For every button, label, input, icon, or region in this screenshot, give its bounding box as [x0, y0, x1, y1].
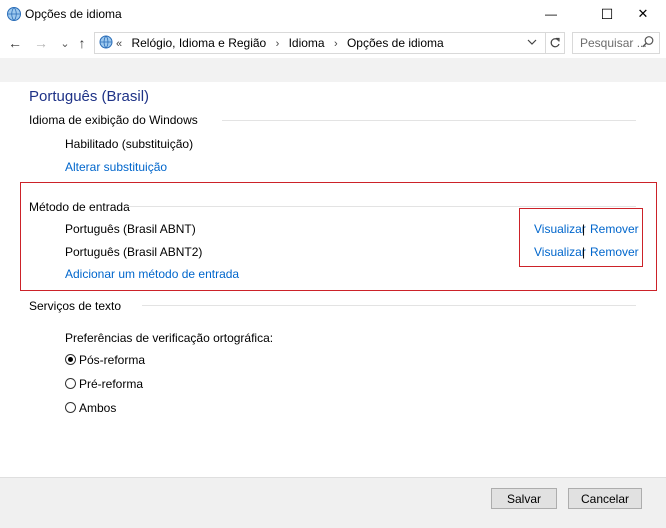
change-override-link[interactable]: Alterar substituição	[65, 160, 167, 174]
radio-post-reform[interactable]	[65, 354, 76, 365]
radio-label[interactable]: Pós-reforma	[79, 353, 145, 367]
view-input-method-link[interactable]: Visualizar	[534, 245, 586, 259]
header-band	[0, 58, 666, 82]
section-divider	[222, 120, 636, 121]
display-language-section-title: Idioma de exibição do Windows	[29, 113, 198, 127]
radio-both[interactable]	[65, 402, 76, 413]
search-icon[interactable]	[641, 35, 655, 49]
up-arrow-icon: ↑	[78, 35, 86, 51]
maximize-icon: ☐	[600, 5, 614, 22]
address-dropdown-icon[interactable]	[526, 36, 538, 48]
link-separator: |	[582, 222, 586, 236]
add-input-method-link[interactable]: Adicionar um método de entrada	[65, 267, 239, 281]
save-button[interactable]: Salvar	[491, 488, 557, 509]
chevron-right-icon[interactable]: ›	[276, 38, 280, 50]
minimize-button[interactable]: —	[528, 0, 574, 28]
view-input-method-link[interactable]: Visualizar	[534, 222, 586, 236]
back-button[interactable]: ←	[6, 34, 24, 52]
breadcrumb-item[interactable]: Opções de idioma	[347, 36, 444, 50]
breadcrumb-overflow-icon[interactable]: «	[116, 38, 122, 50]
forward-button[interactable]: →	[32, 34, 50, 52]
input-method-section-title: Método de entrada	[29, 200, 130, 214]
refresh-button[interactable]	[545, 32, 565, 54]
globe-clock-icon	[7, 7, 21, 21]
breadcrumb-item[interactable]: Idioma	[289, 36, 325, 50]
chevron-down-icon: ⌄	[60, 37, 70, 50]
refresh-icon	[550, 37, 560, 48]
radio-pre-reform[interactable]	[65, 378, 76, 389]
cancel-button[interactable]: Cancelar	[568, 488, 642, 509]
input-method-name: Português (Brasil ABNT)	[65, 222, 196, 236]
minimize-icon: —	[545, 7, 557, 21]
radio-label[interactable]: Ambos	[79, 401, 116, 415]
remove-input-method-link[interactable]: Remover	[590, 245, 639, 259]
recent-locations-button[interactable]: ⌄	[56, 34, 74, 52]
chevron-right-icon[interactable]: ›	[334, 38, 338, 50]
section-divider	[126, 206, 636, 207]
input-method-name: Português (Brasil ABNT2)	[65, 245, 203, 259]
text-services-section-title: Serviços de texto	[29, 299, 122, 313]
up-button[interactable]: ↑	[73, 34, 91, 52]
footer-bar	[0, 477, 666, 528]
close-icon: ✕	[637, 6, 649, 21]
forward-arrow-icon: →	[34, 35, 48, 51]
display-language-status: Habilitado (substituição)	[65, 137, 194, 151]
section-divider	[142, 305, 636, 306]
control-panel-icon	[99, 35, 113, 49]
page-title: Português (Brasil)	[29, 88, 150, 105]
close-button[interactable]: ✕	[620, 0, 666, 28]
spellcheck-label: Preferências de verificação ortográfica:	[65, 331, 274, 345]
link-separator: |	[582, 245, 586, 259]
back-arrow-icon: ←	[8, 35, 22, 51]
search-placeholder: Pesquisar ...	[580, 36, 647, 50]
breadcrumb-item[interactable]: Relógio, Idioma e Região	[131, 36, 266, 50]
radio-label[interactable]: Pré-reforma	[79, 377, 143, 391]
window-title: Opções de idioma	[25, 7, 122, 21]
breadcrumb: « Relógio, Idioma e Região › Idioma › Op…	[116, 36, 450, 50]
remove-input-method-link[interactable]: Remover	[590, 222, 639, 236]
